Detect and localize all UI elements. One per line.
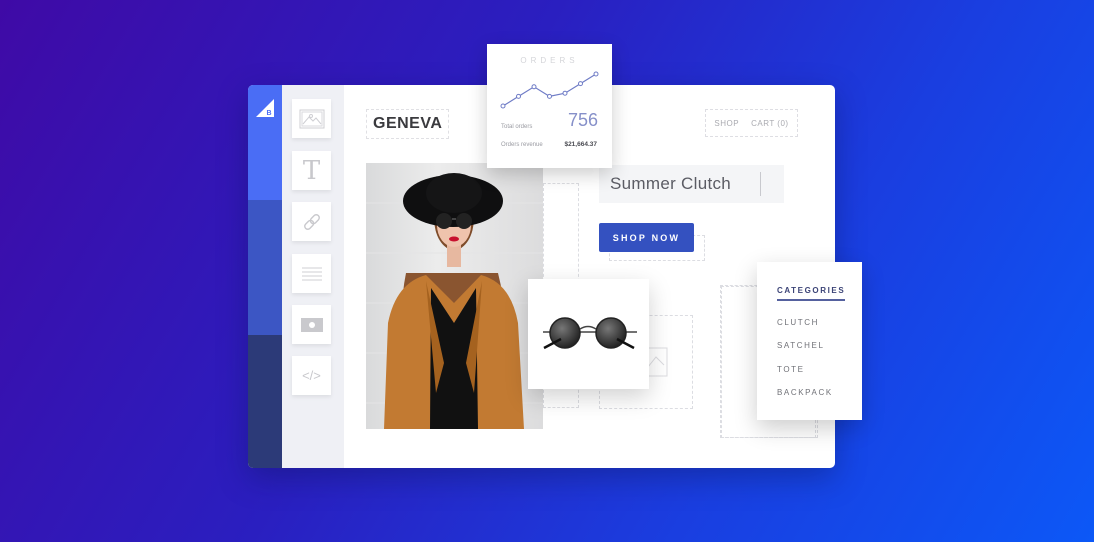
sparkline-point xyxy=(547,93,552,99)
text-icon: T xyxy=(302,155,321,186)
store-brand[interactable]: GENEVA xyxy=(366,109,450,139)
category-item-satchel[interactable]: SATCHEL xyxy=(777,341,825,350)
hero-photo xyxy=(366,163,543,429)
hero-heading-field[interactable]: Summer Clutch xyxy=(599,165,784,203)
sparkline-point xyxy=(593,71,599,77)
orders-widget: ORDERS Total orders 756 Orders revenue $… xyxy=(487,44,612,168)
link-icon xyxy=(303,213,320,230)
nav-cart-link[interactable]: CART (0) xyxy=(751,119,789,128)
category-item-clutch[interactable]: CLUTCH xyxy=(777,318,819,327)
product-card-sunglasses[interactable] xyxy=(528,279,649,389)
sparkline-point xyxy=(562,90,568,96)
sparkline-point xyxy=(516,93,521,99)
hero-heading: Summer Clutch xyxy=(610,174,732,193)
sparkline-point xyxy=(531,84,537,90)
svg-text:B: B xyxy=(267,110,272,117)
total-orders-value: 756 xyxy=(567,110,598,130)
category-item-backpack[interactable]: BACKPACK xyxy=(777,388,833,397)
orders-title: ORDERS xyxy=(520,56,579,65)
orders-revenue-label: Orders revenue xyxy=(501,142,543,148)
image-icon xyxy=(299,109,324,128)
code-icon: </> xyxy=(302,368,321,383)
sunglasses-image xyxy=(542,317,637,350)
left-rail: B xyxy=(248,85,282,468)
orders-sparkline xyxy=(500,71,599,109)
image-tool-button[interactable] xyxy=(292,99,331,138)
shop-now-button[interactable]: SHOP NOW xyxy=(599,223,694,252)
category-item-tote[interactable]: TOTE xyxy=(777,365,805,374)
bigcommerce-logo-icon[interactable]: B xyxy=(256,99,274,117)
rail-segment[interactable] xyxy=(248,335,282,468)
orders-revenue-value: $21,664.37 xyxy=(564,141,597,148)
sparkline-point xyxy=(500,103,506,109)
categories-menu: CATEGORIES CLUTCH SATCHEL TOTE BACKPACK xyxy=(757,262,862,420)
store-nav: SHOP CART (0) xyxy=(705,109,798,137)
rail-segment[interactable] xyxy=(248,200,282,335)
code-tool-button[interactable]: </> xyxy=(292,356,331,395)
paragraph-tool-button[interactable] xyxy=(292,254,331,293)
sparkline-point xyxy=(578,81,583,87)
text-tool-button[interactable]: T xyxy=(292,151,331,190)
nav-shop-link[interactable]: SHOP xyxy=(714,119,739,128)
video-icon xyxy=(300,317,323,332)
paragraph-icon xyxy=(301,267,322,280)
video-tool-button[interactable] xyxy=(292,305,331,344)
element-toolbar: T </> xyxy=(282,85,344,468)
total-orders-label: Total orders xyxy=(501,124,533,130)
sparkline-path xyxy=(502,73,597,107)
categories-title: CATEGORIES xyxy=(777,286,846,301)
text-cursor xyxy=(760,172,761,196)
link-tool-button[interactable] xyxy=(292,202,331,241)
model-photo-illustration xyxy=(366,173,543,429)
